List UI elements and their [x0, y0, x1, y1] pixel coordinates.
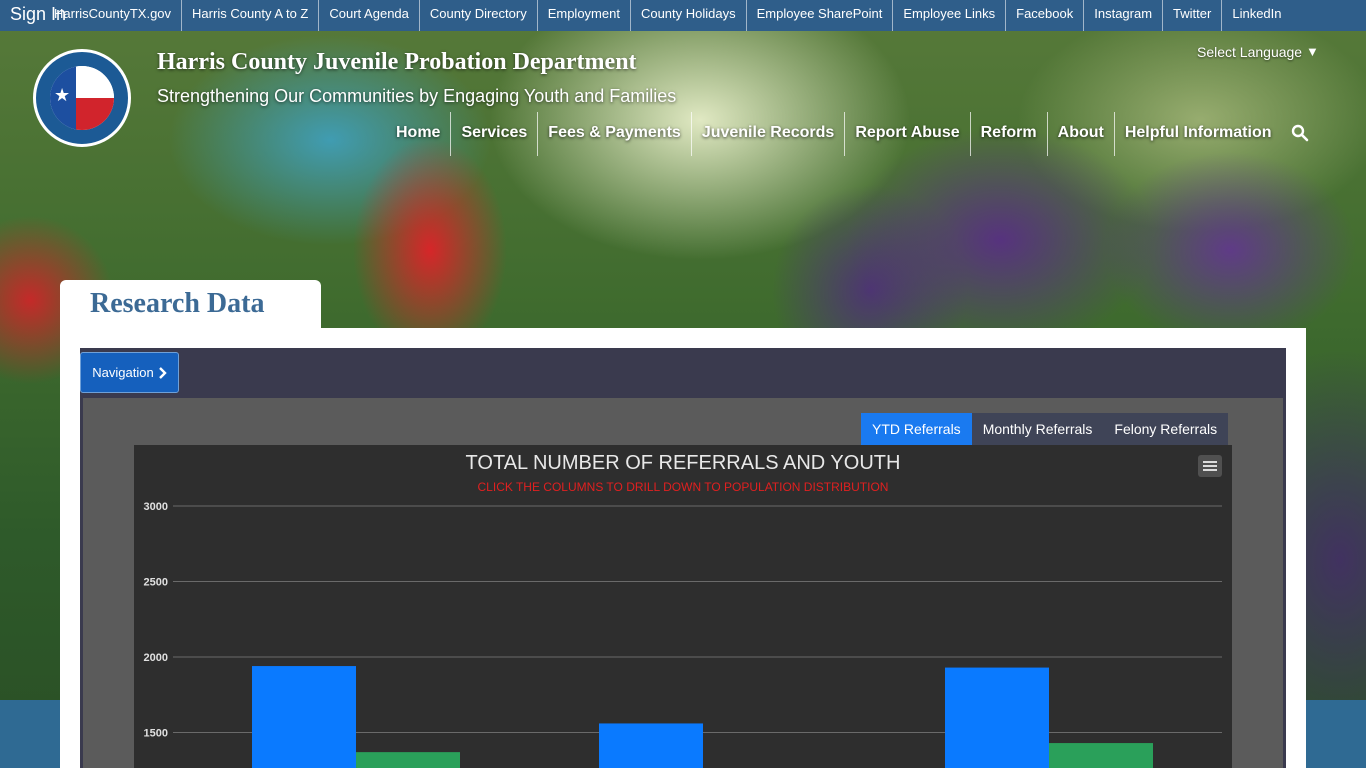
tab-felony-referrals[interactable]: Felony Referrals [1103, 413, 1229, 445]
utility-link-linkedin[interactable]: LinkedIn [1222, 0, 1291, 31]
utility-link-twitter[interactable]: Twitter [1163, 0, 1223, 31]
department-title[interactable]: Harris County Juvenile Probation Departm… [157, 49, 637, 76]
y-tick-label: 1500 [144, 728, 168, 740]
chart-title: TOTAL NUMBER OF REFERRALS AND YOUTH [465, 452, 901, 474]
star-icon: ★ [54, 85, 71, 105]
nav-item-helpful-information[interactable]: Helpful Information [1115, 112, 1282, 156]
page-title: Research Data [90, 288, 265, 319]
nav-item-fees-payments[interactable]: Fees & Payments [538, 112, 692, 156]
utility-link-county-holidays[interactable]: County Holidays [631, 0, 747, 31]
caret-down-icon[interactable]: ▼ [1306, 44, 1319, 59]
report-tabs: YTD Referrals Monthly Referrals Felony R… [861, 413, 1229, 445]
bar-series2-group3[interactable] [1049, 743, 1153, 768]
language-select[interactable]: Select Language [1197, 44, 1302, 60]
main-nav: Home Services Fees & Payments Juvenile R… [386, 112, 1282, 156]
nav-item-about[interactable]: About [1048, 112, 1115, 156]
department-tagline: Strengthening Our Communities by Engagin… [157, 86, 677, 106]
chevron-right-icon [158, 366, 167, 379]
tab-ytd-referrals[interactable]: YTD Referrals [861, 413, 972, 445]
nav-item-report-abuse[interactable]: Report Abuse [845, 112, 971, 156]
nav-item-services[interactable]: Services [451, 112, 539, 156]
utility-bar: HarrisCountyTX.gov Harris County A to Z … [0, 0, 1366, 31]
search-icon[interactable] [1291, 124, 1309, 142]
utility-link-employee-sharepoint[interactable]: Employee SharePoint [747, 0, 894, 31]
y-tick-label: 2500 [144, 577, 168, 589]
navigation-button-label: Navigation [92, 365, 154, 380]
bar-series2-group1[interactable] [356, 752, 460, 768]
nav-item-home[interactable]: Home [386, 112, 452, 156]
utility-link-instagram[interactable]: Instagram [1084, 0, 1164, 31]
chart-plot: 3000 2500 2000 1500 [144, 501, 1222, 768]
utility-link-facebook[interactable]: Facebook [1006, 0, 1085, 31]
bar-series1-group3[interactable] [945, 667, 1049, 768]
nav-item-reform[interactable]: Reform [971, 112, 1048, 156]
seal-flag: ★ [50, 66, 114, 130]
utility-link-employment[interactable]: Employment [538, 0, 631, 31]
bar-series1-group1[interactable] [252, 666, 356, 768]
sign-in-link[interactable]: Sign In [10, 4, 66, 25]
y-tick-label: 2000 [144, 652, 168, 664]
utility-link-employee-links[interactable]: Employee Links [893, 0, 1007, 31]
chart-subtitle: CLICK THE COLUMNS TO DRILL DOWN TO POPUL… [477, 480, 889, 494]
chart-menu-button[interactable] [1198, 455, 1222, 477]
tab-monthly-referrals[interactable]: Monthly Referrals [971, 413, 1104, 445]
utility-link-county-directory[interactable]: County Directory [420, 0, 538, 31]
bar-series1-group2[interactable] [599, 723, 703, 768]
utility-link-court-agenda[interactable]: Court Agenda [319, 0, 420, 31]
utility-links: HarrisCountyTX.gov Harris County A to Z … [44, 0, 1292, 31]
utility-link-a-to-z[interactable]: Harris County A to Z [182, 0, 320, 31]
nav-item-juvenile-records[interactable]: Juvenile Records [692, 112, 846, 156]
y-tick-label: 3000 [144, 501, 168, 513]
navigation-button[interactable]: Navigation [80, 352, 179, 393]
county-seal-logo[interactable]: ★ [33, 49, 131, 147]
